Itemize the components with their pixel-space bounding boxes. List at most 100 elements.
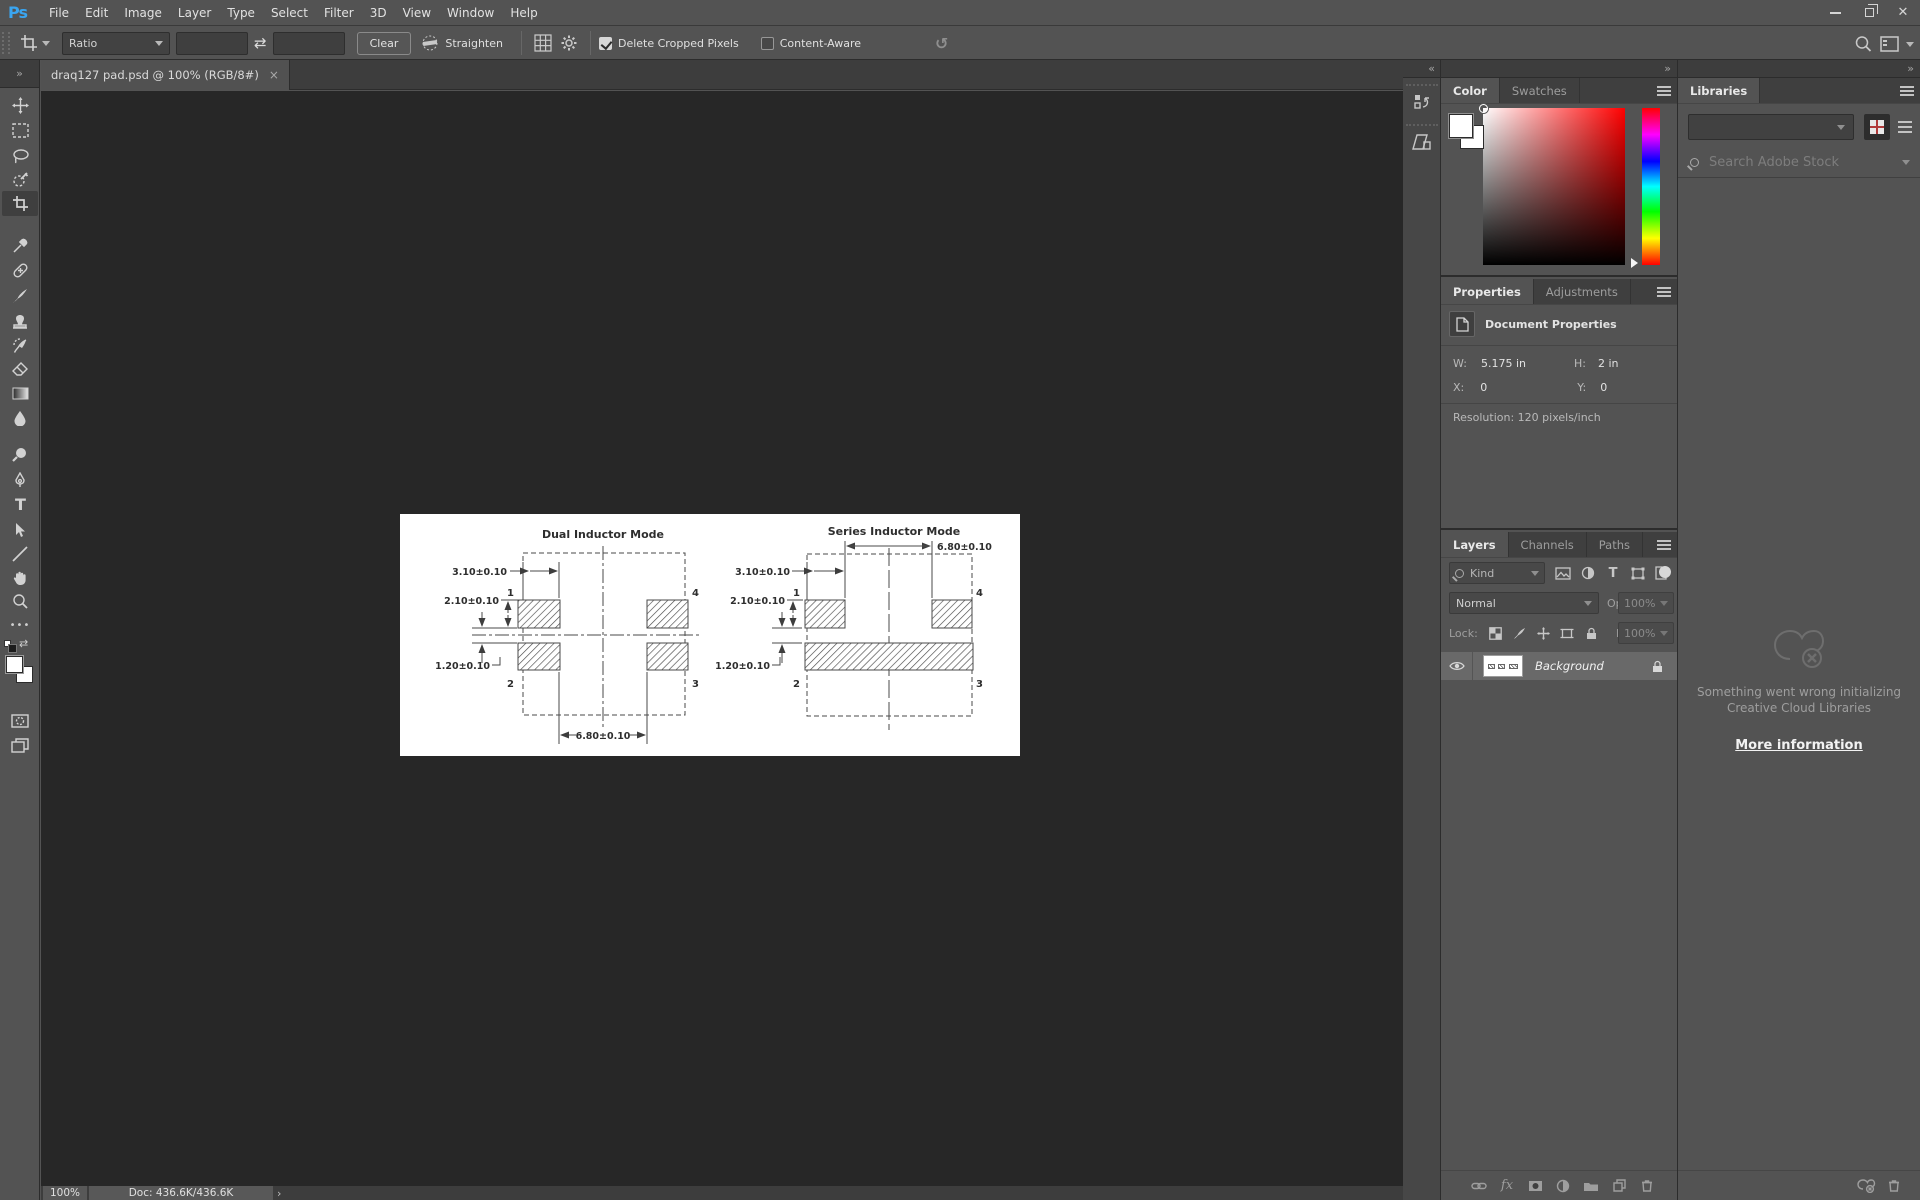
menu-select[interactable]: Select [263, 0, 316, 26]
menu-view[interactable]: View [395, 0, 439, 26]
libraries-panel-menu-icon[interactable] [1894, 78, 1920, 103]
zoom-tool[interactable] [2, 588, 38, 613]
layer-name[interactable]: Background [1535, 659, 1604, 673]
color-picker-cursor[interactable] [1479, 104, 1488, 113]
history-panel-button[interactable] [1406, 84, 1438, 118]
layers-panel-menu-icon[interactable] [1651, 532, 1677, 557]
lasso-tool[interactable] [2, 143, 38, 168]
edit-toolbar-ellipsis[interactable]: ••• [2, 613, 38, 638]
history-brush-tool[interactable] [2, 333, 38, 358]
ratio-height-input[interactable] [273, 32, 345, 55]
restore-button[interactable] [1852, 0, 1886, 26]
hand-tool[interactable] [2, 565, 38, 590]
fill-select[interactable]: 100% [1618, 622, 1674, 644]
brush-tool[interactable] [2, 283, 38, 308]
gradient-tool[interactable] [2, 381, 38, 406]
filter-type-layers-button[interactable]: T [1601, 562, 1625, 584]
reset-tool-icon[interactable]: ↺ [935, 34, 948, 53]
screen-mode-button[interactable] [2, 733, 38, 758]
lock-position-button[interactable] [1531, 622, 1555, 644]
content-aware-option[interactable]: Content-Aware [761, 37, 861, 50]
quick-selection-tool[interactable] [2, 168, 38, 193]
menu-3d[interactable]: 3D [362, 0, 395, 26]
lock-image-pixels-button[interactable] [1507, 622, 1531, 644]
path-selection-tool[interactable] [2, 517, 38, 542]
delete-library-item-icon[interactable] [1880, 1179, 1908, 1192]
collapse-panels-button-col1[interactable]: » [1441, 60, 1677, 78]
delete-cropped-pixels-option[interactable]: Delete Cropped Pixels [599, 37, 739, 50]
menu-filter[interactable]: Filter [316, 0, 362, 26]
default-swap-colors-widget[interactable]: ⇄ [4, 636, 36, 650]
adjustment-layer-icon[interactable] [1549, 1179, 1577, 1193]
eyedropper-tool[interactable] [2, 233, 38, 258]
menu-edit[interactable]: Edit [77, 0, 116, 26]
saturation-brightness-field[interactable] [1483, 108, 1625, 265]
lock-artboard-button[interactable] [1555, 622, 1579, 644]
document-size-field[interactable]: Doc: 436.6K/436.6K [89, 1186, 273, 1200]
y-value[interactable]: 0 [1600, 381, 1607, 394]
lock-all-button[interactable] [1579, 622, 1603, 644]
delete-cropped-pixels-checkbox[interactable] [599, 37, 612, 50]
menu-type[interactable]: Type [219, 0, 263, 26]
foreground-color-swatch[interactable] [1449, 114, 1473, 138]
library-select[interactable] [1688, 114, 1854, 140]
menu-image[interactable]: Image [116, 0, 170, 26]
tab-libraries[interactable]: Libraries [1678, 78, 1760, 103]
library-search-input[interactable] [1709, 155, 1879, 170]
clone-source-panel-button[interactable] [1406, 124, 1438, 158]
layer-visibility-toggle[interactable] [1441, 652, 1473, 680]
overlay-grid-icon[interactable] [530, 31, 556, 55]
clear-button[interactable]: Clear [357, 32, 412, 55]
properties-panel-menu-icon[interactable] [1651, 279, 1677, 304]
blur-tool[interactable] [2, 405, 38, 430]
layer-group-icon[interactable] [1577, 1180, 1605, 1192]
content-aware-checkbox[interactable] [761, 37, 774, 50]
hue-slider[interactable] [1642, 108, 1660, 265]
opacity-select[interactable]: 100% [1618, 592, 1674, 614]
menu-layer[interactable]: Layer [170, 0, 219, 26]
type-tool[interactable]: T [2, 492, 38, 517]
filter-shape-layers-button[interactable] [1626, 562, 1650, 584]
layer-row-background[interactable]: Background [1441, 652, 1677, 680]
crop-settings-gear-icon[interactable] [556, 31, 582, 55]
pen-tool[interactable] [2, 467, 38, 492]
layer-filter-kind-select[interactable]: Kind [1449, 562, 1545, 584]
menu-help[interactable]: Help [502, 0, 545, 26]
width-value[interactable]: 5.175 in [1481, 357, 1526, 370]
tab-swatches[interactable]: Swatches [1500, 78, 1580, 103]
link-layers-icon[interactable] [1465, 1181, 1493, 1191]
straighten-icon[interactable] [417, 31, 443, 55]
add-layer-mask-icon[interactable] [1521, 1180, 1549, 1192]
eraser-tool[interactable] [2, 356, 38, 381]
list-view-button[interactable] [1892, 114, 1918, 140]
grid-view-button[interactable] [1864, 114, 1890, 140]
tab-channels[interactable]: Channels [1509, 532, 1587, 557]
minimize-button[interactable] [1818, 0, 1852, 26]
workspace-layout-icon[interactable] [1876, 32, 1902, 56]
dodge-tool[interactable] [2, 442, 38, 467]
straighten-label[interactable]: Straighten [445, 37, 503, 50]
tab-paths[interactable]: Paths [1587, 532, 1643, 557]
delete-layer-icon[interactable] [1633, 1179, 1661, 1192]
default-colors-icon[interactable] [4, 640, 11, 647]
ratio-select[interactable]: Ratio [62, 32, 170, 55]
filter-pixel-layers-button[interactable] [1551, 562, 1575, 584]
layer-thumbnail[interactable] [1483, 655, 1523, 677]
rectangular-marquee-tool[interactable] [2, 118, 38, 143]
clone-stamp-tool[interactable] [2, 308, 38, 333]
lock-transparent-pixels-button[interactable] [1483, 622, 1507, 644]
expand-panels-button[interactable]: « [1403, 60, 1440, 78]
filter-adjustment-layers-button[interactable] [1576, 562, 1600, 584]
layer-effects-icon[interactable]: fx [1493, 1178, 1521, 1193]
close-document-icon[interactable]: × [269, 68, 279, 82]
ratio-width-input[interactable] [176, 32, 248, 55]
spot-healing-brush-tool[interactable] [2, 258, 38, 283]
move-tool[interactable] [2, 93, 38, 118]
swap-dimensions-icon[interactable]: ⇄ [254, 34, 267, 52]
crop-tool[interactable] [2, 191, 38, 216]
cloud-sync-error-icon[interactable] [1852, 1178, 1880, 1193]
x-value[interactable]: 0 [1480, 381, 1487, 394]
menu-window[interactable]: Window [439, 0, 502, 26]
height-value[interactable]: 2 in [1598, 357, 1619, 370]
crop-tool-preset[interactable] [16, 32, 54, 54]
